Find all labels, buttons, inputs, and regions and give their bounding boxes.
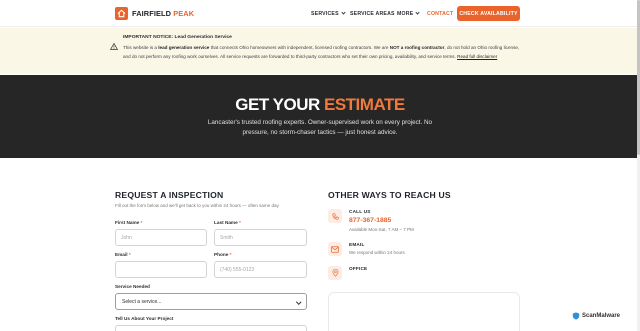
project-label: Tell Us About Your Project <box>115 316 174 321</box>
notice-title: IMPORTANT NOTICE: Lead Generation Servic… <box>123 35 232 40</box>
watermark: ScanMalware <box>572 312 620 320</box>
service-select[interactable]: Select a service... <box>115 293 307 310</box>
shield-icon <box>572 312 580 320</box>
form-title: REQUEST A INSPECTION <box>115 190 224 200</box>
home-roof-icon <box>115 7 128 20</box>
call-hours: Available Mon-Sat, 7 AM – 7 PM <box>349 227 414 232</box>
check-availability-button[interactable]: CHECK AVAILABILITY <box>457 6 520 21</box>
hero-subtitle: Lancaster's trusted roofing experts. Own… <box>207 119 433 136</box>
lead-gen-notice: IMPORTANT NOTICE: Lead Generation Servic… <box>0 28 640 74</box>
site-header: FAIRFIELD PEAK SERVICES SERVICE AREAS MO… <box>0 0 640 27</box>
email-response-time: We respond within 24 hours <box>349 250 405 255</box>
office-map-card <box>328 292 520 331</box>
nav-services[interactable]: SERVICES <box>311 10 346 17</box>
chevron-down-icon <box>341 10 346 15</box>
phone-icon <box>328 209 342 223</box>
email-contact-label: EMAIL <box>349 242 365 247</box>
notice-body: This website is a lead generation servic… <box>123 45 520 59</box>
email-label: Email * <box>115 252 131 257</box>
hero-section: GET YOUR ESTIMATE Lancaster's trusted ro… <box>0 75 640 158</box>
site-logo[interactable]: FAIRFIELD PEAK <box>115 7 194 20</box>
last-name-input[interactable]: Smith <box>214 229 307 246</box>
mail-icon <box>328 242 342 256</box>
nav-more[interactable]: MORE <box>397 10 420 17</box>
form-subtitle: Fill out the form below and we'll get ba… <box>115 203 280 208</box>
other-ways-title: OTHER WAYS TO REACH US <box>328 190 451 200</box>
phone-label: Phone * <box>214 252 232 257</box>
phone-number-link[interactable]: 877-367-1885 <box>349 217 391 224</box>
call-us-label: CALL US <box>349 209 371 214</box>
chevron-down-icon <box>415 10 420 15</box>
first-name-input[interactable]: John <box>115 229 207 246</box>
brand-name: FAIRFIELD PEAK <box>132 9 195 18</box>
hero-title: GET YOUR ESTIMATE <box>235 95 405 114</box>
service-label: Service Needed <box>115 284 150 289</box>
first-name-label: First Name * <box>115 220 143 225</box>
warning-icon <box>109 37 119 55</box>
office-label: OFFICE <box>349 266 368 271</box>
map-pin-icon <box>328 266 342 280</box>
project-textarea[interactable] <box>115 325 307 331</box>
email-input[interactable] <box>115 261 207 278</box>
nav-contact[interactable]: CONTACT <box>427 11 453 17</box>
nav-service-areas[interactable]: SERVICE AREAS <box>350 11 395 17</box>
phone-input[interactable]: (740) 555-0123 <box>214 261 307 278</box>
read-disclaimer-link[interactable]: Read full disclaimer <box>457 54 497 59</box>
chevron-down-icon <box>295 299 301 305</box>
last-name-label: Last Name * <box>214 220 241 225</box>
